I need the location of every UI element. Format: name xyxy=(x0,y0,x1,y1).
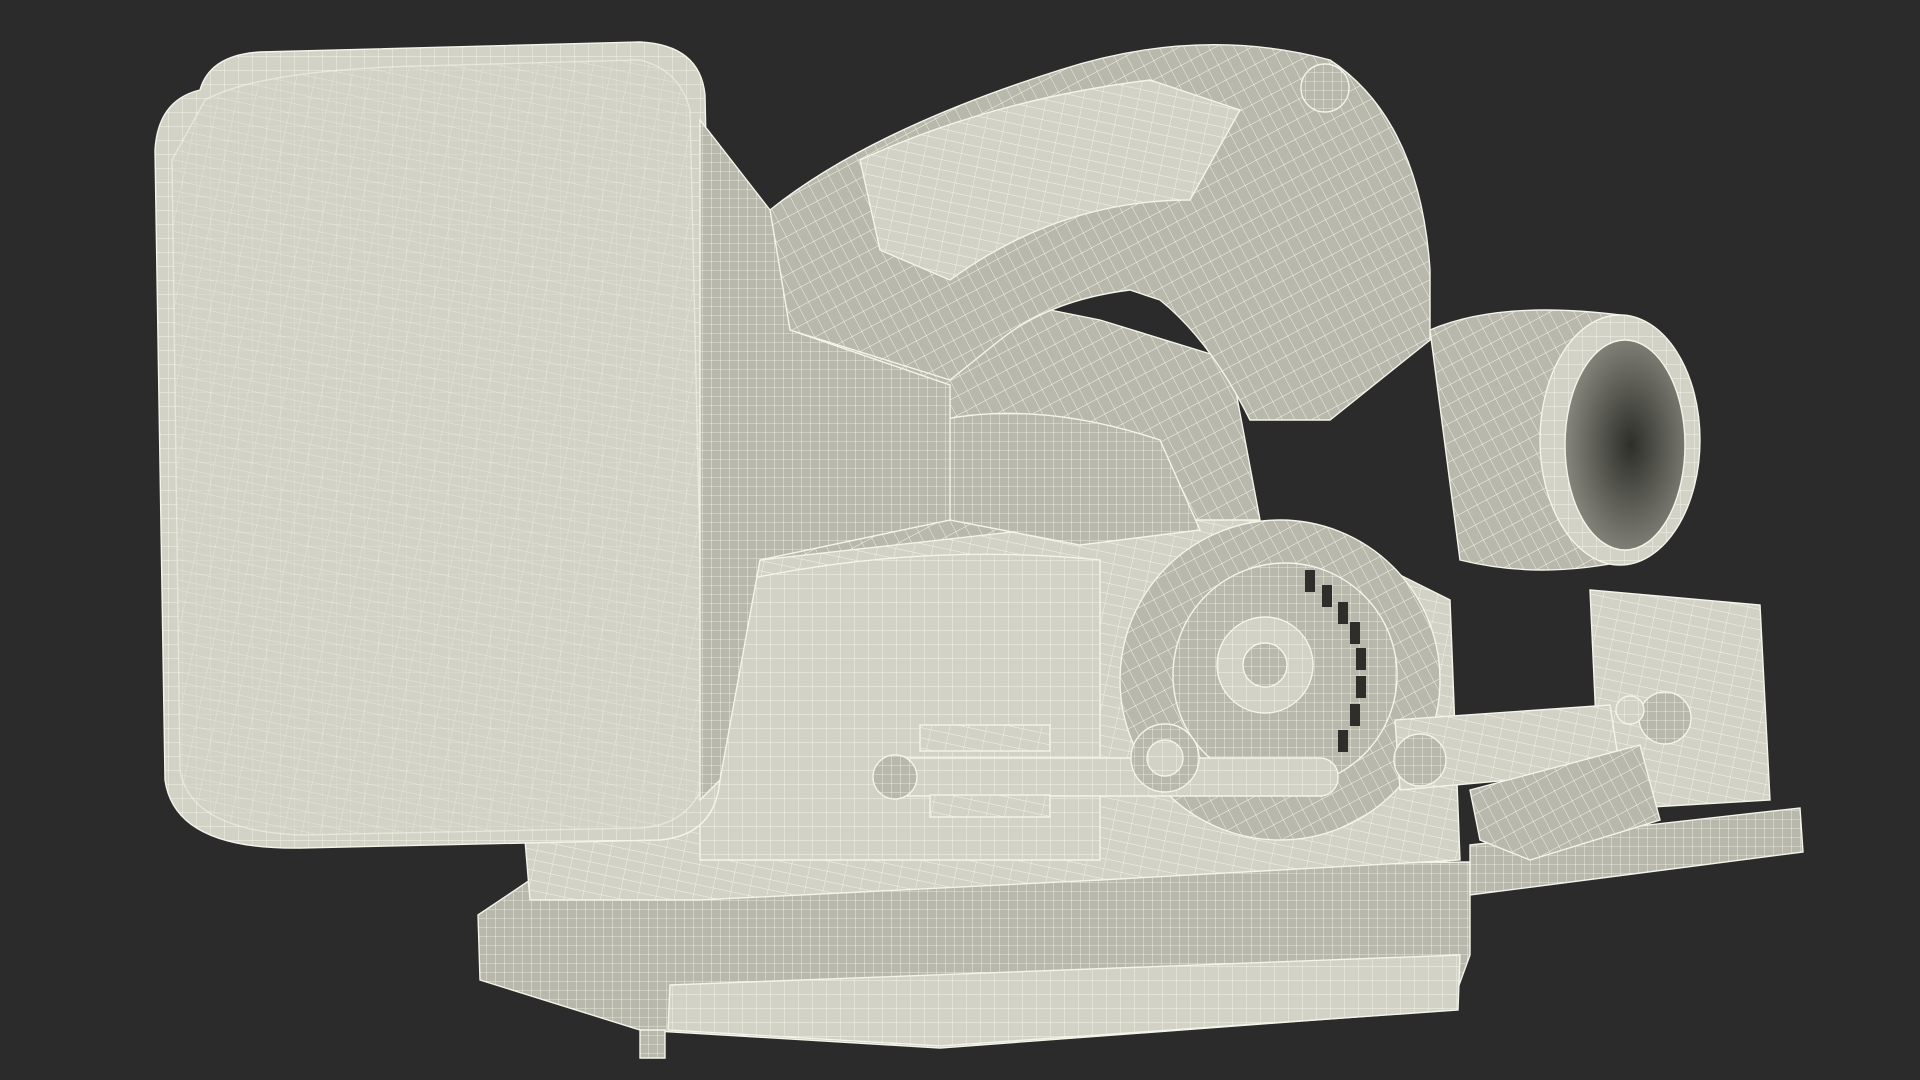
render-viewport xyxy=(0,0,1920,1080)
depth-knob xyxy=(1130,723,1200,793)
wireframe-model xyxy=(154,41,1804,1059)
